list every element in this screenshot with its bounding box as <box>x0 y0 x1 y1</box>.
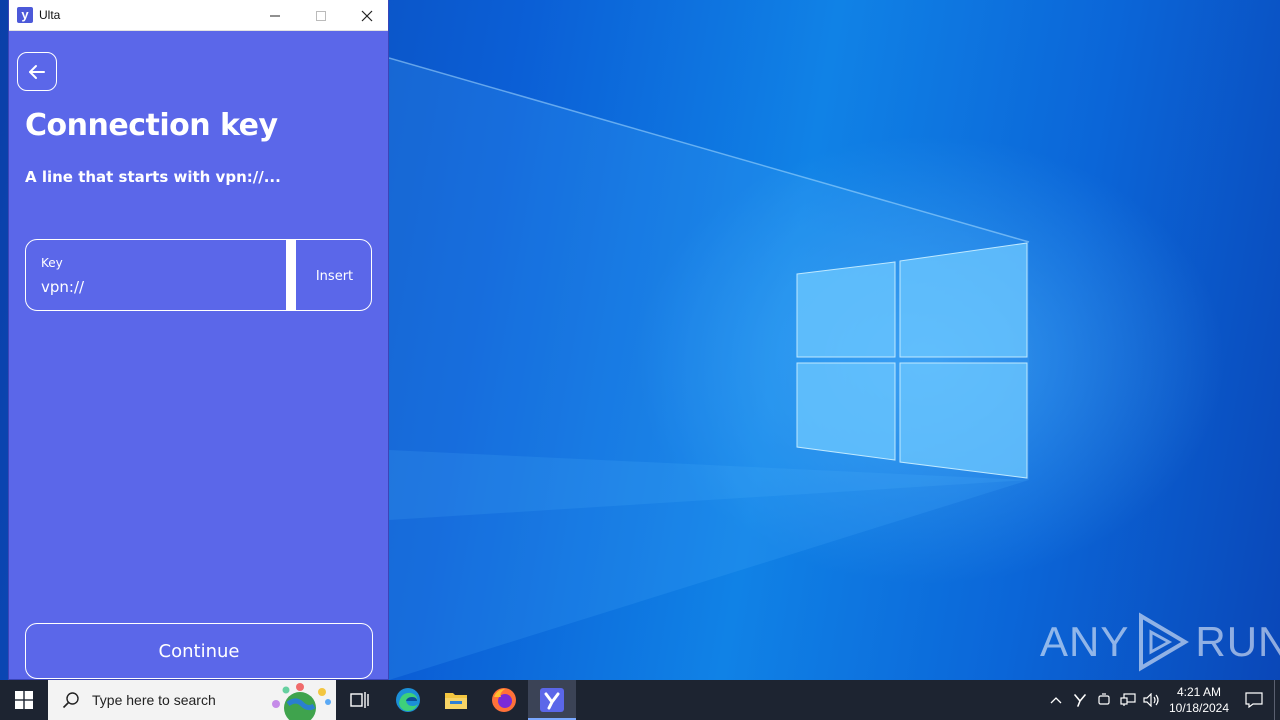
ulta-taskbar-button[interactable] <box>528 680 576 720</box>
ulta-tray-button[interactable] <box>1068 680 1092 720</box>
key-input-field[interactable]: Key vpn:// Insert <box>25 239 372 311</box>
page-title: Connection key <box>25 108 278 143</box>
file-explorer-taskbar-button[interactable] <box>432 680 480 720</box>
clock-date: 10/18/2024 <box>1168 701 1230 715</box>
taskbar: Type here to search 4:21 AM 10/18/2024 <box>0 680 1280 720</box>
clock-time: 4:21 AM <box>1176 685 1222 699</box>
system-tray: 4:21 AM 10/18/2024 <box>1044 680 1280 720</box>
anyrun-watermark: ANY RUN <box>1040 612 1280 672</box>
search-placeholder: Type here to search <box>92 692 216 708</box>
maximize-icon <box>316 10 326 21</box>
device-icon <box>1098 693 1110 705</box>
window-title: Ulta <box>39 8 61 22</box>
page-subtitle: A line that starts with vpn://... <box>25 168 281 186</box>
taskbar-clock[interactable]: 4:21 AM 10/18/2024 <box>1164 684 1234 716</box>
insert-button[interactable]: Insert <box>296 240 371 310</box>
ulta-icon <box>540 688 564 712</box>
notification-icon <box>1245 692 1263 708</box>
search-icon <box>62 692 79 709</box>
firefox-taskbar-button[interactable] <box>480 680 528 720</box>
field-divider <box>286 240 296 310</box>
action-center-button[interactable] <box>1234 680 1274 720</box>
edge-taskbar-button[interactable] <box>384 680 432 720</box>
minimize-button[interactable] <box>252 0 298 31</box>
edge-icon <box>396 688 420 712</box>
network-icon <box>1120 693 1136 706</box>
search-highlight-globe-icon <box>272 683 331 720</box>
windows-start-icon <box>15 691 33 709</box>
close-button[interactable] <box>344 0 390 31</box>
chevron-up-icon <box>1050 697 1062 704</box>
task-view-icon <box>350 692 369 708</box>
network-tray-button[interactable] <box>1116 680 1140 720</box>
file-explorer-icon <box>445 693 467 709</box>
play-logo-icon <box>1139 612 1190 672</box>
title-bar[interactable]: y Ulta <box>9 0 388 31</box>
volume-tray-button[interactable] <box>1140 680 1164 720</box>
start-button[interactable] <box>0 680 48 720</box>
firefox-icon <box>492 688 516 712</box>
watermark-right: RUN <box>1195 618 1280 665</box>
ulta-tray-icon <box>1074 694 1086 707</box>
device-tray-button[interactable] <box>1092 680 1116 720</box>
continue-button[interactable]: Continue <box>25 623 373 679</box>
maximize-button[interactable] <box>298 0 344 31</box>
back-button[interactable] <box>17 52 57 91</box>
watermark-left: ANY <box>1040 618 1130 665</box>
arrow-left-icon <box>29 64 45 79</box>
close-icon <box>361 10 373 21</box>
ulta-window: y Ulta Connection key A line that starts… <box>8 0 389 680</box>
ulta-app-icon: y <box>17 7 33 23</box>
speaker-icon <box>1143 693 1159 707</box>
taskbar-search-box[interactable]: Type here to search <box>48 680 336 720</box>
show-hidden-icons-button[interactable] <box>1044 680 1068 720</box>
minimize-icon <box>270 15 280 16</box>
task-view-button[interactable] <box>336 680 384 720</box>
show-desktop-button[interactable] <box>1274 680 1280 720</box>
windows-logo <box>796 242 1028 479</box>
key-field-label: Key <box>41 256 63 270</box>
key-field-value[interactable]: vpn:// <box>41 278 84 296</box>
